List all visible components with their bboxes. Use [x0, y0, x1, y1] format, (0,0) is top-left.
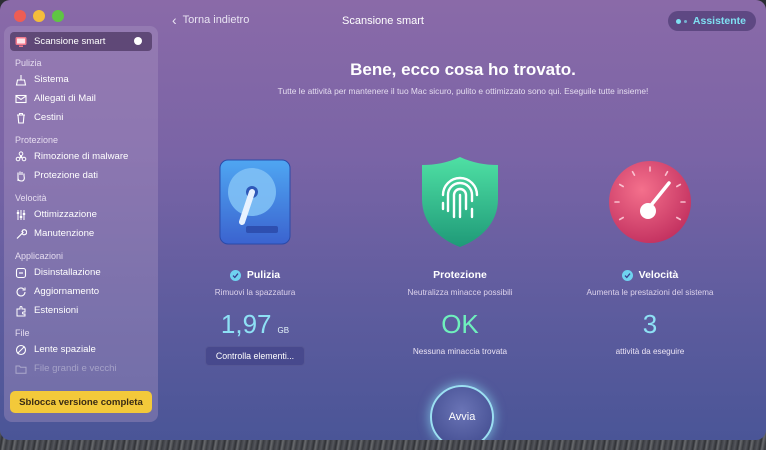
sidebar-section-title: Applicazioni [15, 251, 64, 261]
sidebar-item-label: File grandi e vecchi [34, 363, 117, 374]
sidebar-section-title: Pulizia [15, 58, 42, 68]
window-controls [14, 10, 64, 22]
speed-title: Velocità [638, 269, 679, 281]
protection-summary: Protezione Neutralizza minacce possibili… [365, 152, 555, 356]
sidebar-item-label: Allegati di Mail [34, 93, 96, 104]
cleanup-size-value: 1,97 [220, 309, 272, 339]
hard-drive-icon [160, 152, 350, 252]
fingerprint-shield-icon [365, 152, 555, 252]
run-button[interactable]: Avvia [430, 385, 494, 440]
speedometer-icon [555, 152, 745, 252]
cleanup-description: Rimuovi la spazzatura [214, 288, 296, 297]
sidebar-item-label: Disinstallazione [34, 267, 101, 278]
unlock-full-version-button[interactable]: Sblocca versione completa [10, 391, 152, 413]
cleanup-size-unit: GB [277, 326, 290, 335]
protection-status-value: OK [441, 309, 479, 339]
trash-icon [15, 112, 27, 124]
mail-icon [15, 93, 27, 105]
sidebar-item-label: Cestini [34, 112, 64, 123]
speed-task-detail: attività da eseguire [615, 347, 685, 356]
assistant-button[interactable]: Assistente [667, 11, 756, 31]
protection-description: Neutralizza minacce possibili [407, 288, 513, 297]
sidebar-item-label: Rimozione di malware [34, 151, 129, 162]
speed-description: Aumenta le prestazioni del sistema [586, 288, 714, 297]
assistant-dots-icon [675, 18, 687, 24]
checkmark-icon[interactable] [229, 269, 241, 281]
checkmark-icon[interactable] [621, 269, 633, 281]
sidebar-item-label: Sistema [34, 74, 69, 85]
update-icon [15, 286, 27, 298]
sidebar-item-trash[interactable]: Cestini [10, 108, 152, 127]
review-items-button[interactable]: Controlla elementi... [204, 346, 306, 366]
sliders-icon [15, 209, 27, 221]
sidebar-item-privacy[interactable]: Protezione dati [10, 166, 152, 185]
main-content: Bene, ecco cosa ho trovato. Tutte le att… [160, 40, 766, 440]
protection-title: Protezione [433, 269, 487, 281]
sidebar-item-malware-removal[interactable]: Rimozione di malware [10, 147, 152, 166]
sidebar-section-title: File [15, 328, 30, 338]
uninstall-icon [15, 267, 27, 279]
sidebar-item-space-lens[interactable]: Lente spaziale [10, 340, 152, 359]
folder-icon [15, 363, 27, 375]
zoom-window-button[interactable] [52, 10, 64, 22]
back-button-label: Torna indietro [182, 14, 250, 26]
sidebar-item-label: Scansione smart [34, 36, 106, 47]
cleanup-summary: Pulizia Rimuovi la spazzatura 1,97 GB Co… [160, 152, 350, 366]
minimize-window-button[interactable] [33, 10, 45, 22]
monitor-icon [15, 36, 27, 48]
protection-status-detail: Nessuna minaccia trovata [412, 347, 508, 356]
sidebar-item-large-old-files[interactable]: File grandi e vecchi [10, 359, 152, 378]
sidebar-item-system[interactable]: Sistema [10, 70, 152, 89]
close-window-button[interactable] [14, 10, 26, 22]
sidebar: Scansione smart Pulizia Sistema Allegati… [4, 26, 158, 422]
sidebar-item-label: Protezione dati [34, 170, 98, 181]
sidebar-item-mail-attachments[interactable]: Allegati di Mail [10, 89, 152, 108]
sidebar-item-smart-scan[interactable]: Scansione smart [10, 32, 152, 51]
sidebar-item-label: Estensioni [34, 305, 79, 316]
sidebar-item-updater[interactable]: Aggiornamento [10, 282, 152, 301]
sidebar-section-title: Velocità [15, 193, 47, 203]
selection-indicator [134, 37, 142, 45]
sidebar-item-uninstaller[interactable]: Disinstallazione [10, 263, 152, 282]
page-title: Bene, ecco cosa ho trovato. [350, 60, 576, 79]
sidebar-item-maintenance[interactable]: Manutenzione [10, 224, 152, 243]
app-window: ‹ Torna indietro Scansione smart Assiste… [0, 0, 766, 440]
chevron-left-icon: ‹ [172, 11, 177, 28]
sidebar-item-label: Manutenzione [34, 228, 95, 239]
speed-task-count: 3 [642, 309, 658, 339]
sidebar-item-label: Ottimizzazione [34, 209, 97, 220]
assistant-label: Assistente [692, 15, 746, 27]
wrench-icon [15, 228, 27, 240]
sidebar-item-label: Lente spaziale [34, 344, 96, 355]
biohazard-icon [15, 150, 27, 163]
back-button[interactable]: ‹ Torna indietro [172, 11, 250, 28]
page-subtitle: Tutte le attività per mantenere il tuo M… [277, 86, 649, 96]
speed-summary: Velocità Aumenta le prestazioni del sist… [555, 152, 745, 356]
sidebar-item-extensions[interactable]: Estensioni [10, 301, 152, 320]
sidebar-item-optimization[interactable]: Ottimizzazione [10, 205, 152, 224]
sidebar-section-title: Protezione [15, 135, 59, 145]
hand-icon [15, 170, 27, 182]
sidebar-item-label: Aggiornamento [34, 286, 100, 297]
cleanup-title: Pulizia [246, 269, 281, 281]
lens-icon [15, 344, 27, 356]
broom-icon [15, 74, 27, 86]
extension-icon [15, 305, 27, 317]
